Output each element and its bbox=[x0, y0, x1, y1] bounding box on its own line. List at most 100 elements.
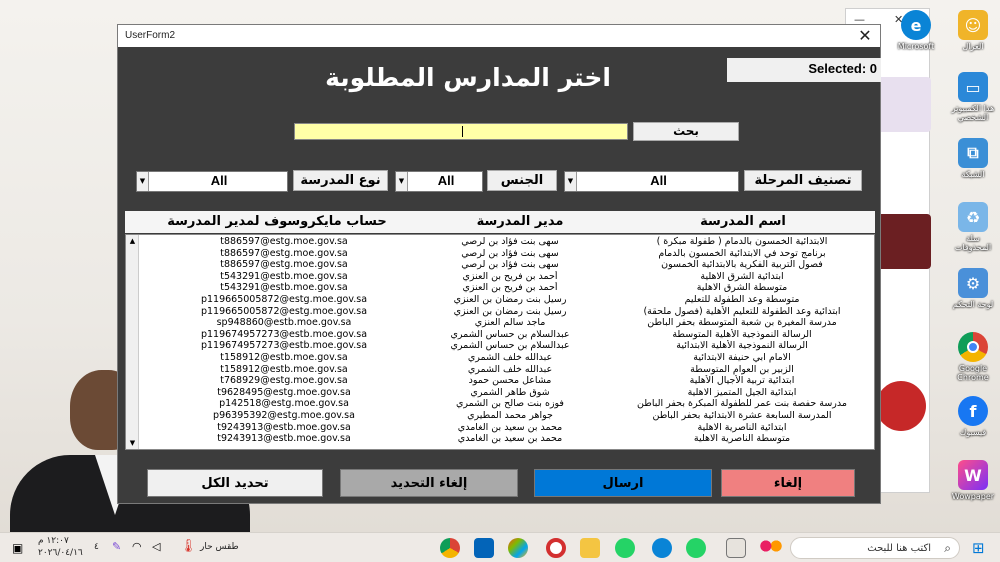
row-email: t158912@estb.moe.gov.sa bbox=[220, 351, 348, 363]
list-item[interactable]: t158912@estb.moe.gov.sa عبدالله خلف الشمر… bbox=[140, 364, 874, 376]
row-manager: مشاعل محسن حمود bbox=[468, 375, 552, 387]
close-button[interactable]: ✕ bbox=[854, 25, 876, 47]
scroll-down-icon[interactable]: ▼ bbox=[126, 437, 139, 449]
row-email: t768929@estg.moe.gov.sa bbox=[220, 375, 348, 387]
google-chrome-icon[interactable]: Google Chrome bbox=[947, 332, 999, 382]
recycle-bin-icon[interactable]: ♻ سلة المحذوفات bbox=[947, 202, 999, 252]
search-button[interactable]: بحث bbox=[633, 122, 739, 141]
schools-listbox[interactable]: ▲ ▼ t886597@estg.moe.gov.sa سهى بنت فؤاد … bbox=[125, 234, 875, 450]
row-school: ابتدائية الناصرية الاهلية bbox=[697, 421, 787, 433]
row-email: t886597@estg.moe.gov.sa bbox=[220, 259, 348, 271]
pen-icon[interactable]: ✎ bbox=[112, 540, 121, 553]
list-item[interactable]: p119665005872@estg.moe.gov.sa رسيل بنت رم… bbox=[140, 306, 874, 318]
row-email: t9243913@estb.moe.gov.sa bbox=[217, 433, 351, 445]
edge-taskbar-icon[interactable] bbox=[652, 538, 672, 558]
row-email: sp948860@estb.moe.gov.sa bbox=[216, 317, 352, 329]
row-manager: محمد بن سعيد بن الغامدي bbox=[457, 433, 563, 445]
volume-icon[interactable]: ◁ bbox=[152, 540, 160, 553]
send-button[interactable]: ارسال bbox=[534, 469, 712, 497]
list-item[interactable]: t886597@estg.moe.gov.sa سهى بنت فؤاد بن ل… bbox=[140, 236, 874, 248]
taskbar-search-input[interactable]: اكتب هنا للبحث ⌕ bbox=[790, 537, 960, 559]
wowpaper-icon[interactable]: W Wowpaper bbox=[947, 460, 999, 501]
gender-dropdown[interactable]: ▼ All bbox=[395, 171, 483, 192]
search-icon: ⌕ bbox=[944, 541, 951, 555]
selected-count: Selected: 0 bbox=[727, 58, 881, 82]
list-item[interactable]: t9628495@estg.moe.gov.sa شوق طاهر الشمري ا… bbox=[140, 387, 874, 399]
red-circle-icon bbox=[876, 381, 926, 431]
this-pc-icon[interactable]: ▭ هذا الكمبيوتر الشخصي bbox=[947, 72, 999, 122]
row-manager: رسيل بنت رمضان بن العنزي bbox=[453, 293, 567, 305]
row-email: p96395392@estg.moe.gov.sa bbox=[213, 409, 355, 421]
list-item[interactable]: t543291@estb.moe.gov.sa أحمد بن فريح بن ا… bbox=[140, 282, 874, 294]
list-item[interactable]: t886597@estg.moe.gov.sa سهى بنت فؤاد بن ل… bbox=[140, 248, 874, 260]
outlook-taskbar-icon[interactable] bbox=[474, 538, 494, 558]
row-school: ابتدائية وعد الطفولة للتعليم الأهلية (فص… bbox=[643, 305, 841, 317]
list-item[interactable]: p142518@estg.moe.gov.sa فوزه بنت صالح بن … bbox=[140, 398, 874, 410]
row-email: p119665005872@estg.moe.gov.sa bbox=[200, 305, 368, 317]
gender-label: الجنس bbox=[487, 170, 557, 191]
start-icon[interactable]: ⊞ bbox=[972, 539, 985, 557]
scroll-up-icon[interactable]: ▲ bbox=[126, 235, 139, 247]
column-header-email: حساب مايكروسوف لمدير المدرسة bbox=[125, 211, 429, 233]
column-header-school: اسم المدرسة bbox=[611, 211, 875, 233]
vertical-scrollbar[interactable]: ▲ ▼ bbox=[126, 235, 139, 449]
row-school: برنامج توحد في الابتدائية الخمسون بالدما… bbox=[658, 247, 826, 259]
row-school: الزبير بن العوام المتوسطة bbox=[690, 363, 794, 375]
deselect-button[interactable]: إلغاء التحديد bbox=[340, 469, 518, 497]
row-manager: رسيل بنت رمضان بن العنزي bbox=[453, 305, 567, 317]
whatsapp-second-taskbar-icon[interactable] bbox=[686, 538, 706, 558]
row-email: t543291@estb.moe.gov.sa bbox=[220, 270, 348, 282]
wifi-icon[interactable]: ◠ bbox=[132, 540, 142, 553]
list-item[interactable]: p119674957273@estb.moe.gov.sa عبدالسلام ب… bbox=[140, 329, 874, 341]
row-school: ابتدائية الشرق الاهلية bbox=[700, 270, 784, 282]
row-school: متوسطة وعد الطفولة للتعليم bbox=[684, 293, 800, 305]
list-item[interactable]: p119665005872@estg.moe.gov.sa رسيل بنت رم… bbox=[140, 294, 874, 306]
list-item[interactable]: t543291@estb.moe.gov.sa أحمد بن فريح بن ا… bbox=[140, 271, 874, 283]
row-manager: سهى بنت فؤاد بن لرصي bbox=[461, 247, 559, 259]
list-item[interactable]: t9243913@estb.moe.gov.sa محمد بن سعيد بن … bbox=[140, 422, 874, 434]
file-explorer-taskbar-icon[interactable] bbox=[580, 538, 600, 558]
cancel-button[interactable]: إلغاء bbox=[721, 469, 855, 497]
row-email: t543291@estb.moe.gov.sa bbox=[220, 282, 348, 294]
tulips-widget-icon[interactable] bbox=[758, 538, 784, 558]
list-item[interactable]: t158912@estb.moe.gov.sa عبدالله خلف الشمر… bbox=[140, 352, 874, 364]
list-rows: t886597@estg.moe.gov.sa سهى بنت فؤاد بن ل… bbox=[140, 236, 874, 445]
list-item[interactable]: t9243913@estb.moe.gov.sa محمد بن سعيد بن … bbox=[140, 433, 874, 445]
title-bar[interactable]: UserForm2 ✕ bbox=[118, 25, 880, 47]
chrome-taskbar-icon[interactable] bbox=[440, 538, 460, 558]
clock-time[interactable]: ١٢:٠٧ م bbox=[38, 536, 69, 546]
color-app-taskbar-icon[interactable] bbox=[508, 538, 528, 558]
user-folder-icon[interactable]: ☺ الغزال bbox=[947, 10, 999, 51]
chevron-down-icon[interactable]: ▼ bbox=[137, 172, 149, 191]
weather-label[interactable]: طقس حار bbox=[200, 542, 239, 552]
microsoft-edge-icon[interactable]: e Microsoft bbox=[890, 10, 942, 51]
network-icon[interactable]: ⧉ الشبكة bbox=[947, 138, 999, 179]
row-email: p119665005872@estg.moe.gov.sa bbox=[200, 293, 368, 305]
row-manager: عبدالله خلف الشمري bbox=[467, 363, 553, 375]
row-school: مدرسة حفصة بنت عمر للطفولة المبكرة بحفر … bbox=[637, 398, 847, 410]
whatsapp-taskbar-icon[interactable] bbox=[615, 538, 635, 558]
control-panel-icon[interactable]: ⚙ لوحة التحكم bbox=[947, 268, 999, 309]
list-item[interactable]: p96395392@estg.moe.gov.sa جواهر محمد المط… bbox=[140, 410, 874, 422]
record-taskbar-icon[interactable] bbox=[546, 538, 566, 558]
school-type-dropdown[interactable]: ▼ All bbox=[136, 171, 288, 192]
chevron-down-icon[interactable]: ▼ bbox=[565, 172, 577, 191]
list-item[interactable]: sp948860@estb.moe.gov.sa ماجد سالم العنزي… bbox=[140, 317, 874, 329]
stage-dropdown[interactable]: ▼ All bbox=[564, 171, 739, 192]
task-view-icon[interactable] bbox=[726, 538, 746, 558]
chevron-down-icon[interactable]: ▼ bbox=[396, 172, 408, 191]
search-input[interactable] bbox=[294, 123, 628, 140]
thermometer-icon: 🌡 bbox=[180, 539, 197, 554]
list-item[interactable]: p119674957273@estb.moe.gov.sa عبدالسلام ب… bbox=[140, 340, 874, 352]
row-manager: فوزه بنت صالح بن الشمري bbox=[456, 398, 564, 410]
list-item[interactable]: t886597@estg.moe.gov.sa سهى بنت فؤاد بن ل… bbox=[140, 259, 874, 271]
userform-window: UserForm2 ✕ اختر المدارس المطلوبة Select… bbox=[117, 24, 881, 504]
notification-icon[interactable]: ▣ bbox=[12, 541, 23, 555]
row-manager: أحمد بن فريح بن العنزي bbox=[462, 270, 558, 282]
column-header-manager: مدير المدرسة bbox=[429, 211, 611, 233]
select-all-button[interactable]: تحديد الكل bbox=[147, 469, 323, 497]
row-manager: شوق طاهر الشمري bbox=[470, 386, 550, 398]
clock-date[interactable]: ٢٠٢٦/٠٤/١٦ bbox=[38, 548, 83, 558]
facebook-icon[interactable]: f فيسبوك bbox=[947, 396, 999, 437]
list-item[interactable]: t768929@estg.moe.gov.sa مشاعل محسن حمود اب… bbox=[140, 375, 874, 387]
